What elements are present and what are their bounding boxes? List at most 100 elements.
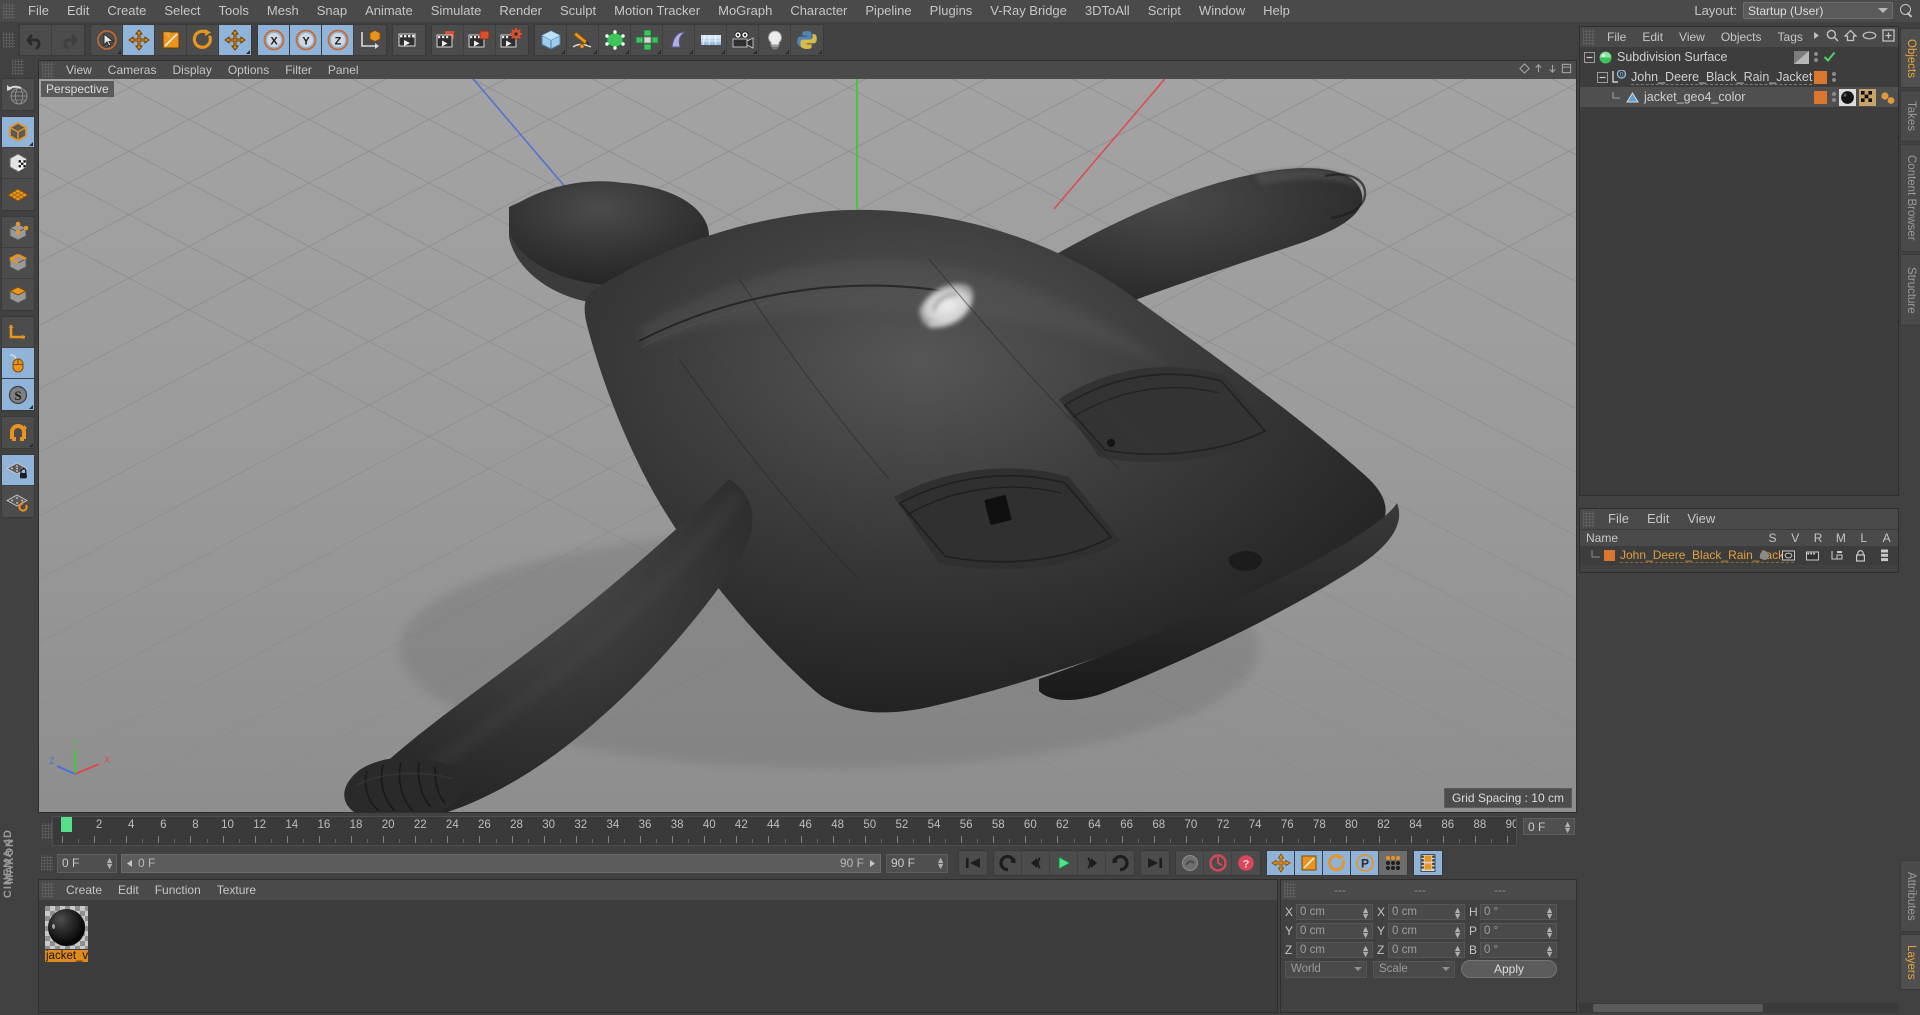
tab-layers[interactable]: Layers: [1900, 934, 1920, 990]
layer-color-swatch[interactable]: [1814, 70, 1827, 84]
object-manager-menu-file[interactable]: File: [1599, 28, 1634, 46]
scale-key-icon[interactable]: [1295, 851, 1323, 875]
rotation-b-field[interactable]: 0 ° ▲ ▼: [1480, 941, 1557, 958]
layer-render-toggle[interactable]: [1800, 550, 1824, 561]
spinner-icon[interactable]: ▲ ▼: [1361, 943, 1370, 958]
tab-takes[interactable]: Takes: [1900, 90, 1920, 142]
viewport-menu-panel[interactable]: Panel: [320, 61, 367, 79]
overflow-arrow-icon[interactable]: [1812, 30, 1821, 41]
generator-icon[interactable]: [599, 25, 631, 55]
object-manager-menu-tags[interactable]: Tags: [1770, 28, 1811, 46]
visibility-dots[interactable]: [1832, 72, 1836, 82]
edges-mode-icon[interactable]: [2, 248, 34, 279]
viewport-menu-filter[interactable]: Filter: [277, 61, 320, 79]
pla-key-icon[interactable]: [1379, 851, 1407, 875]
layer-row-john-deere[interactable]: John_Deere_Black_Rain_Jacket: [1580, 546, 1898, 565]
transport-grip-handle[interactable]: [41, 855, 53, 871]
rotation-p-field[interactable]: 0 ° ▲ ▼: [1480, 922, 1557, 939]
menu-mograph[interactable]: MoGraph: [709, 1, 781, 21]
parameter-key-icon[interactable]: P: [1351, 851, 1379, 875]
material-manager-menu-create[interactable]: Create: [58, 881, 110, 899]
axis-x-icon[interactable]: X: [258, 25, 290, 55]
rotation-h-field[interactable]: 0 ° ▲ ▼: [1480, 903, 1557, 920]
scrollbar-thumb[interactable]: [1593, 1004, 1763, 1012]
spinner-icon[interactable]: ▲ ▼: [1453, 943, 1462, 958]
keyframe-selection-icon[interactable]: ?: [1232, 851, 1260, 875]
spinner-icon[interactable]: ▲ ▼: [105, 855, 114, 870]
toolbar-grip-handle[interactable]: [3, 32, 15, 48]
object-manager-menu-objects[interactable]: Objects: [1713, 28, 1770, 46]
object-manager-grip-handle[interactable]: [1583, 29, 1595, 45]
layer-color-swatch[interactable]: [1604, 550, 1615, 561]
home-icon[interactable]: [1844, 29, 1857, 42]
light-icon[interactable]: [759, 25, 791, 55]
material-manager-grip-handle[interactable]: [42, 882, 54, 898]
layer-col-v[interactable]: V: [1784, 531, 1807, 545]
left-toolbar-grip-handle[interactable]: [12, 59, 24, 75]
layer-col-l[interactable]: L: [1852, 531, 1875, 545]
position-key-icon[interactable]: [1267, 851, 1295, 875]
axis-y-icon[interactable]: Y: [290, 25, 322, 55]
layout-dropdown[interactable]: Startup (User): [1743, 2, 1893, 19]
texture-mode-icon[interactable]: [2, 148, 34, 179]
layer-manager-toggle[interactable]: [1824, 550, 1848, 561]
play-backwards-loop-icon[interactable]: [994, 851, 1022, 875]
material-tag-icon[interactable]: [1839, 88, 1856, 106]
menu-script[interactable]: Script: [1139, 1, 1190, 21]
live-selection-icon[interactable]: [91, 25, 123, 55]
scale-icon[interactable]: [155, 25, 187, 55]
apply-button[interactable]: Apply: [1461, 960, 1557, 978]
checkmark-icon[interactable]: [1823, 51, 1836, 63]
tab-structure[interactable]: Structure: [1900, 254, 1920, 326]
render-picture-viewer-icon[interactable]: [464, 25, 496, 55]
object-row-subdivision-surface[interactable]: Subdivision Surface: [1580, 47, 1898, 67]
spinner-icon[interactable]: ▲ ▼: [1545, 943, 1554, 958]
coordinate-system-dropdown[interactable]: World: [1285, 960, 1367, 978]
tab-attributes[interactable]: Attributes: [1900, 860, 1920, 932]
position-z-field[interactable]: 0 cm ▲ ▼: [1296, 941, 1373, 958]
spinner-icon[interactable]: ▲ ▼: [936, 855, 945, 870]
camera-icon[interactable]: [727, 25, 759, 55]
object-manager-hscrollbar[interactable]: [1579, 1003, 1899, 1013]
object-mode-icon[interactable]: [2, 117, 34, 148]
viewport-menu-cameras[interactable]: Cameras: [100, 61, 165, 79]
go-to-end-icon[interactable]: [1141, 851, 1169, 875]
layer-color-swatch[interactable]: [1814, 90, 1827, 104]
coordinates-grip-handle[interactable]: [1284, 882, 1296, 898]
eye-icon[interactable]: [1862, 30, 1877, 41]
menu-create[interactable]: Create: [98, 1, 155, 21]
python-icon[interactable]: [791, 25, 823, 55]
layer-col-m[interactable]: M: [1830, 531, 1853, 545]
tab-content-browser[interactable]: Content Browser: [1900, 144, 1920, 252]
spinner-icon[interactable]: ▲ ▼: [1545, 924, 1554, 939]
autokey-icon[interactable]: [1204, 851, 1232, 875]
viewport-grip-handle[interactable]: [42, 62, 54, 78]
expand-collapse-icon[interactable]: [1584, 51, 1595, 63]
layer-manager-grip-handle[interactable]: [1583, 511, 1595, 527]
viewport-menu-display[interactable]: Display: [164, 61, 219, 79]
previous-frame-icon[interactable]: [1022, 851, 1050, 875]
polygons-mode-icon[interactable]: [2, 279, 34, 310]
menu-character[interactable]: Character: [781, 1, 856, 21]
object-manager-tree[interactable]: Subdivision Surface 0 John_Deere_Black_R…: [1580, 47, 1898, 495]
soft-selection-icon[interactable]: S: [2, 379, 34, 410]
spinner-icon[interactable]: ▲ ▼: [1361, 924, 1370, 939]
render-settings-icon[interactable]: [496, 25, 528, 55]
cube-primitive-icon[interactable]: [535, 25, 567, 55]
deformer-icon[interactable]: [663, 25, 695, 55]
planar-workplane-icon[interactable]: [2, 486, 34, 517]
viewport-menu-view[interactable]: View: [58, 61, 100, 79]
spline-pen-icon[interactable]: [567, 25, 599, 55]
viewport-menu-options[interactable]: Options: [220, 61, 277, 79]
material-manager-body[interactable]: jacket_v: [39, 900, 1277, 1012]
undo-icon[interactable]: [20, 25, 52, 55]
expand-collapse-icon[interactable]: [1597, 71, 1608, 83]
spinner-icon[interactable]: ▲ ▼: [1545, 905, 1554, 920]
spinner-icon[interactable]: ▲ ▼: [1453, 924, 1462, 939]
menu-window[interactable]: Window: [1190, 1, 1254, 21]
menu-render[interactable]: Render: [490, 1, 551, 21]
current-frame-field[interactable]: 0 F ▲ ▼: [1523, 818, 1575, 835]
material-manager-menu-edit[interactable]: Edit: [110, 881, 147, 899]
layer-solo-toggle[interactable]: [1752, 551, 1776, 560]
lock-workplane-icon[interactable]: [2, 455, 34, 486]
